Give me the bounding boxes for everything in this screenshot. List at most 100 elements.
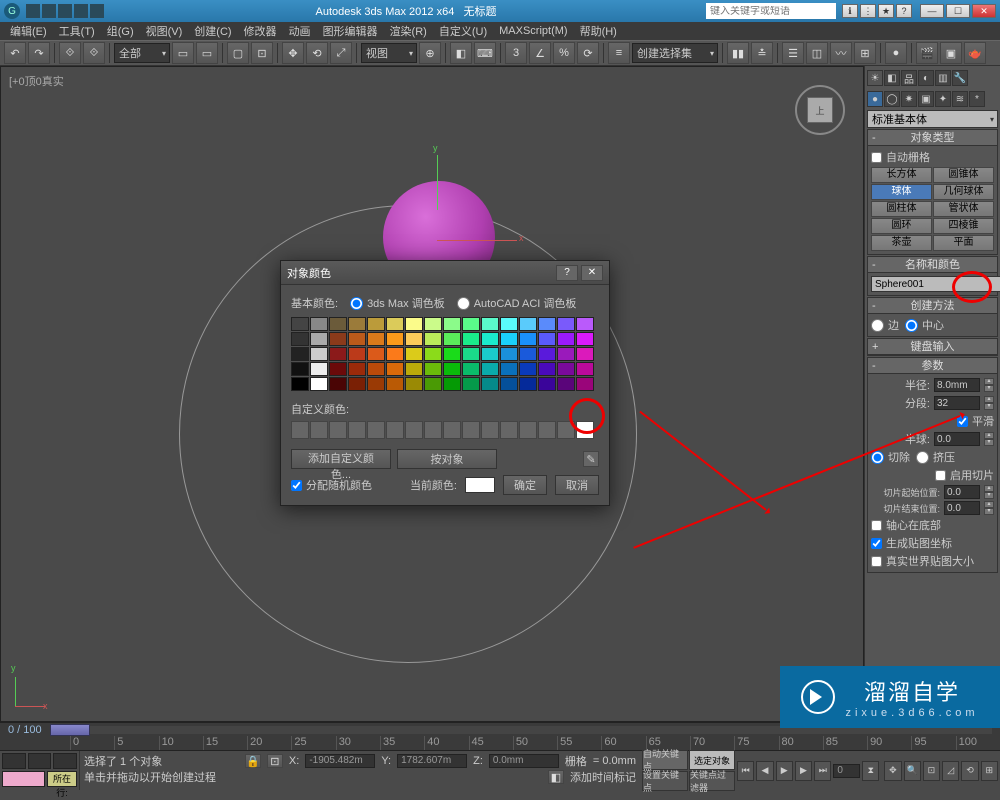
rollout-keyboard[interactable]: +键盘输入 <box>868 339 997 355</box>
color-cell[interactable] <box>348 347 366 361</box>
helpers-cat-icon[interactable]: ✦ <box>935 91 951 107</box>
color-cell[interactable] <box>386 377 404 391</box>
color-cell[interactable] <box>405 317 423 331</box>
trackbar-key[interactable] <box>2 771 45 787</box>
cylinder-btn[interactable]: 圆柱体 <box>871 201 932 217</box>
assign-random-checkbox[interactable] <box>291 480 302 491</box>
addtime-label[interactable]: 添加时间标记 <box>570 769 636 785</box>
keymode-icon[interactable]: ⌨ <box>474 42 496 64</box>
color-cell[interactable] <box>481 332 499 346</box>
color-cell[interactable] <box>329 362 347 376</box>
color-cell[interactable] <box>557 347 575 361</box>
comm-btn[interactable]: ⋮ <box>860 4 876 18</box>
genmap-checkbox[interactable] <box>871 538 882 549</box>
help-btn[interactable]: ? <box>896 4 912 18</box>
window-cross-icon[interactable]: ⊡ <box>251 42 273 64</box>
help-search-input[interactable] <box>710 6 832 17</box>
custom-color-cell[interactable] <box>462 421 480 439</box>
layers-icon[interactable]: ☰ <box>782 42 804 64</box>
move-icon[interactable]: ✥ <box>282 42 304 64</box>
prev-frame-icon[interactable]: ◀ <box>756 761 773 781</box>
current-color-swatch[interactable] <box>465 477 495 493</box>
viewcube[interactable]: 上 <box>795 85 845 135</box>
color-cell[interactable] <box>500 317 518 331</box>
custom-color-cell[interactable] <box>291 421 309 439</box>
spin-up[interactable]: ▴ <box>984 378 994 385</box>
lights-cat-icon[interactable]: ✷ <box>901 91 917 107</box>
rollout-create-method[interactable]: -创建方法 <box>868 298 997 314</box>
rollout-name-color[interactable]: -名称和颜色 <box>868 257 997 273</box>
geosphere-btn[interactable]: 几何球体 <box>933 184 994 200</box>
autogrid-checkbox[interactable] <box>871 152 882 163</box>
color-cell[interactable] <box>443 347 461 361</box>
geometry-cat-icon[interactable]: ● <box>867 91 883 107</box>
select-name-icon[interactable]: ▭ <box>196 42 218 64</box>
percent-snap-icon[interactable]: % <box>553 42 575 64</box>
menu-graph[interactable]: 图形编辑器 <box>317 23 384 39</box>
category-dropdown[interactable]: 标准基本体 <box>867 110 998 128</box>
color-cell[interactable] <box>576 332 594 346</box>
time-thumb[interactable] <box>50 724 90 736</box>
select-icon[interactable]: ▭ <box>172 42 194 64</box>
rollout-object-type[interactable]: -对象类型 <box>868 130 997 146</box>
palette-autocad-radio[interactable] <box>457 297 470 310</box>
keyfilter-btn[interactable]: 关键点过滤器 <box>689 771 735 791</box>
color-cell[interactable] <box>310 362 328 376</box>
color-cell[interactable] <box>291 332 309 346</box>
sliceto-input[interactable] <box>944 501 980 515</box>
tag-icon[interactable]: ◧ <box>548 770 564 784</box>
create-tab-icon[interactable]: ☀ <box>867 70 883 86</box>
color-cell[interactable] <box>519 347 537 361</box>
tube-btn[interactable]: 管状体 <box>933 201 994 217</box>
pivot-icon[interactable]: ⊕ <box>419 42 441 64</box>
color-cell[interactable] <box>310 317 328 331</box>
align-icon[interactable]: ≛ <box>751 42 773 64</box>
color-cell[interactable] <box>310 332 328 346</box>
color-cell[interactable] <box>481 347 499 361</box>
z-coord-input[interactable] <box>493 755 555 766</box>
rect-select-icon[interactable]: ▢ <box>227 42 249 64</box>
menu-customize[interactable]: 自定义(U) <box>433 23 493 39</box>
center-radio[interactable] <box>905 319 918 332</box>
color-cell[interactable] <box>462 332 480 346</box>
pan-icon[interactable]: ✥ <box>884 761 901 781</box>
color-cell[interactable] <box>500 332 518 346</box>
rollout-params[interactable]: -参数 <box>868 358 997 374</box>
custom-color-cell[interactable] <box>557 421 575 439</box>
color-cell[interactable] <box>329 332 347 346</box>
pyramid-btn[interactable]: 四棱锥 <box>933 218 994 234</box>
color-cell[interactable] <box>576 362 594 376</box>
time-config-icon[interactable]: ⧗ <box>862 761 879 781</box>
color-cell[interactable] <box>386 362 404 376</box>
x-coord-input[interactable] <box>309 755 371 766</box>
color-cell[interactable] <box>291 347 309 361</box>
color-cell[interactable] <box>481 377 499 391</box>
color-cell[interactable] <box>348 377 366 391</box>
color-cell[interactable] <box>310 347 328 361</box>
color-cell[interactable] <box>500 347 518 361</box>
color-cell[interactable] <box>424 347 442 361</box>
custom-color-cell[interactable] <box>443 421 461 439</box>
cancel-btn[interactable]: 取消 <box>555 475 599 495</box>
color-cell[interactable] <box>576 347 594 361</box>
qat-btn[interactable] <box>90 4 104 18</box>
teapot-btn[interactable]: 茶壶 <box>871 235 932 251</box>
help-search[interactable] <box>706 3 836 19</box>
qat-btn[interactable] <box>42 4 56 18</box>
color-cell[interactable] <box>538 332 556 346</box>
color-cell[interactable] <box>386 332 404 346</box>
dialog-close-btn[interactable]: ✕ <box>581 265 603 281</box>
color-cell[interactable] <box>462 347 480 361</box>
motion-tab-icon[interactable]: ◐ <box>918 70 934 86</box>
menu-edit[interactable]: 编辑(E) <box>4 23 53 39</box>
manip-icon[interactable]: ◧ <box>450 42 472 64</box>
menu-render[interactable]: 渲染(R) <box>384 23 433 39</box>
color-cell[interactable] <box>462 377 480 391</box>
spinner-snap-icon[interactable]: ⟳ <box>577 42 599 64</box>
edge-radio[interactable] <box>871 319 884 332</box>
color-cell[interactable] <box>405 332 423 346</box>
color-cell[interactable] <box>538 347 556 361</box>
custom-color-cell[interactable] <box>386 421 404 439</box>
color-cell[interactable] <box>481 317 499 331</box>
undo-icon[interactable]: ↶ <box>4 42 26 64</box>
